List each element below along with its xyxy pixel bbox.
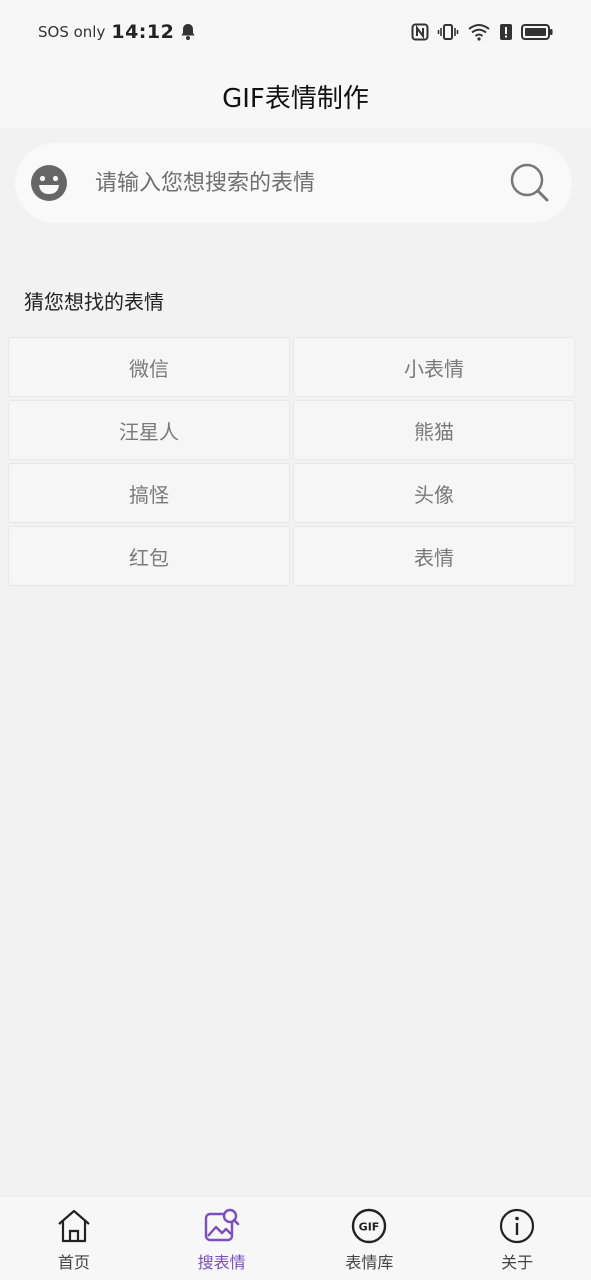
suggestion-chip[interactable]: 红包 <box>8 526 290 586</box>
svg-text:GIF: GIF <box>359 1221 380 1234</box>
suggestions-title: 猜您想找的表情 <box>24 290 164 314</box>
wifi-icon <box>467 23 491 41</box>
nav-label: 关于 <box>501 1253 534 1272</box>
suggestion-chip[interactable]: 汪星人 <box>8 400 290 460</box>
bottom-nav: 首页 搜表情 GIF 表情库 关于 <box>0 1196 591 1280</box>
alert-badge-icon <box>499 23 513 41</box>
search-icon[interactable] <box>508 161 552 205</box>
home-icon <box>55 1207 93 1245</box>
suggestion-chip[interactable]: 头像 <box>293 463 575 523</box>
search-bar <box>15 143 572 223</box>
nav-emoji-library[interactable]: GIF 表情库 <box>296 1197 444 1280</box>
search-input[interactable] <box>95 170 508 196</box>
screen: SOS only 14:12 GIF表情制作 请输入您想搜索的表情 猜您想找的表… <box>0 0 591 1280</box>
suggestion-chip[interactable]: 小表情 <box>293 337 575 397</box>
info-icon <box>498 1207 536 1245</box>
bell-icon <box>180 23 196 41</box>
carrier-text: SOS only <box>38 23 106 41</box>
clock: 14:12 <box>111 21 175 43</box>
nav-label: 表情库 <box>345 1253 394 1272</box>
suggestion-chip[interactable]: 搞怪 <box>8 463 290 523</box>
vibrate-icon <box>437 23 459 41</box>
nfc-icon <box>411 23 429 41</box>
gif-icon: GIF <box>350 1207 388 1245</box>
suggestion-chip[interactable]: 熊猫 <box>293 400 575 460</box>
battery-icon <box>521 23 553 41</box>
nav-label: 首页 <box>57 1253 90 1272</box>
emoji-icon[interactable] <box>29 163 69 203</box>
suggestion-grid: 微信 小表情 汪星人 熊猫 搞怪 头像 红包 表情 <box>8 337 575 586</box>
nav-home[interactable]: 首页 <box>0 1197 148 1280</box>
nav-search-emoji[interactable]: 搜表情 <box>148 1197 296 1280</box>
nav-about[interactable]: 关于 <box>443 1197 591 1280</box>
app-header: GIF表情制作 <box>0 64 591 128</box>
nav-label: 搜表情 <box>197 1253 246 1272</box>
suggestion-chip[interactable]: 微信 <box>8 337 290 397</box>
status-left: SOS only 14:12 <box>38 21 196 43</box>
image-search-icon <box>203 1207 241 1245</box>
suggestion-chip[interactable]: 表情 <box>293 526 575 586</box>
status-bar: SOS only 14:12 <box>0 0 591 64</box>
page-title: GIF表情制作 <box>222 83 369 114</box>
status-right <box>411 23 553 41</box>
